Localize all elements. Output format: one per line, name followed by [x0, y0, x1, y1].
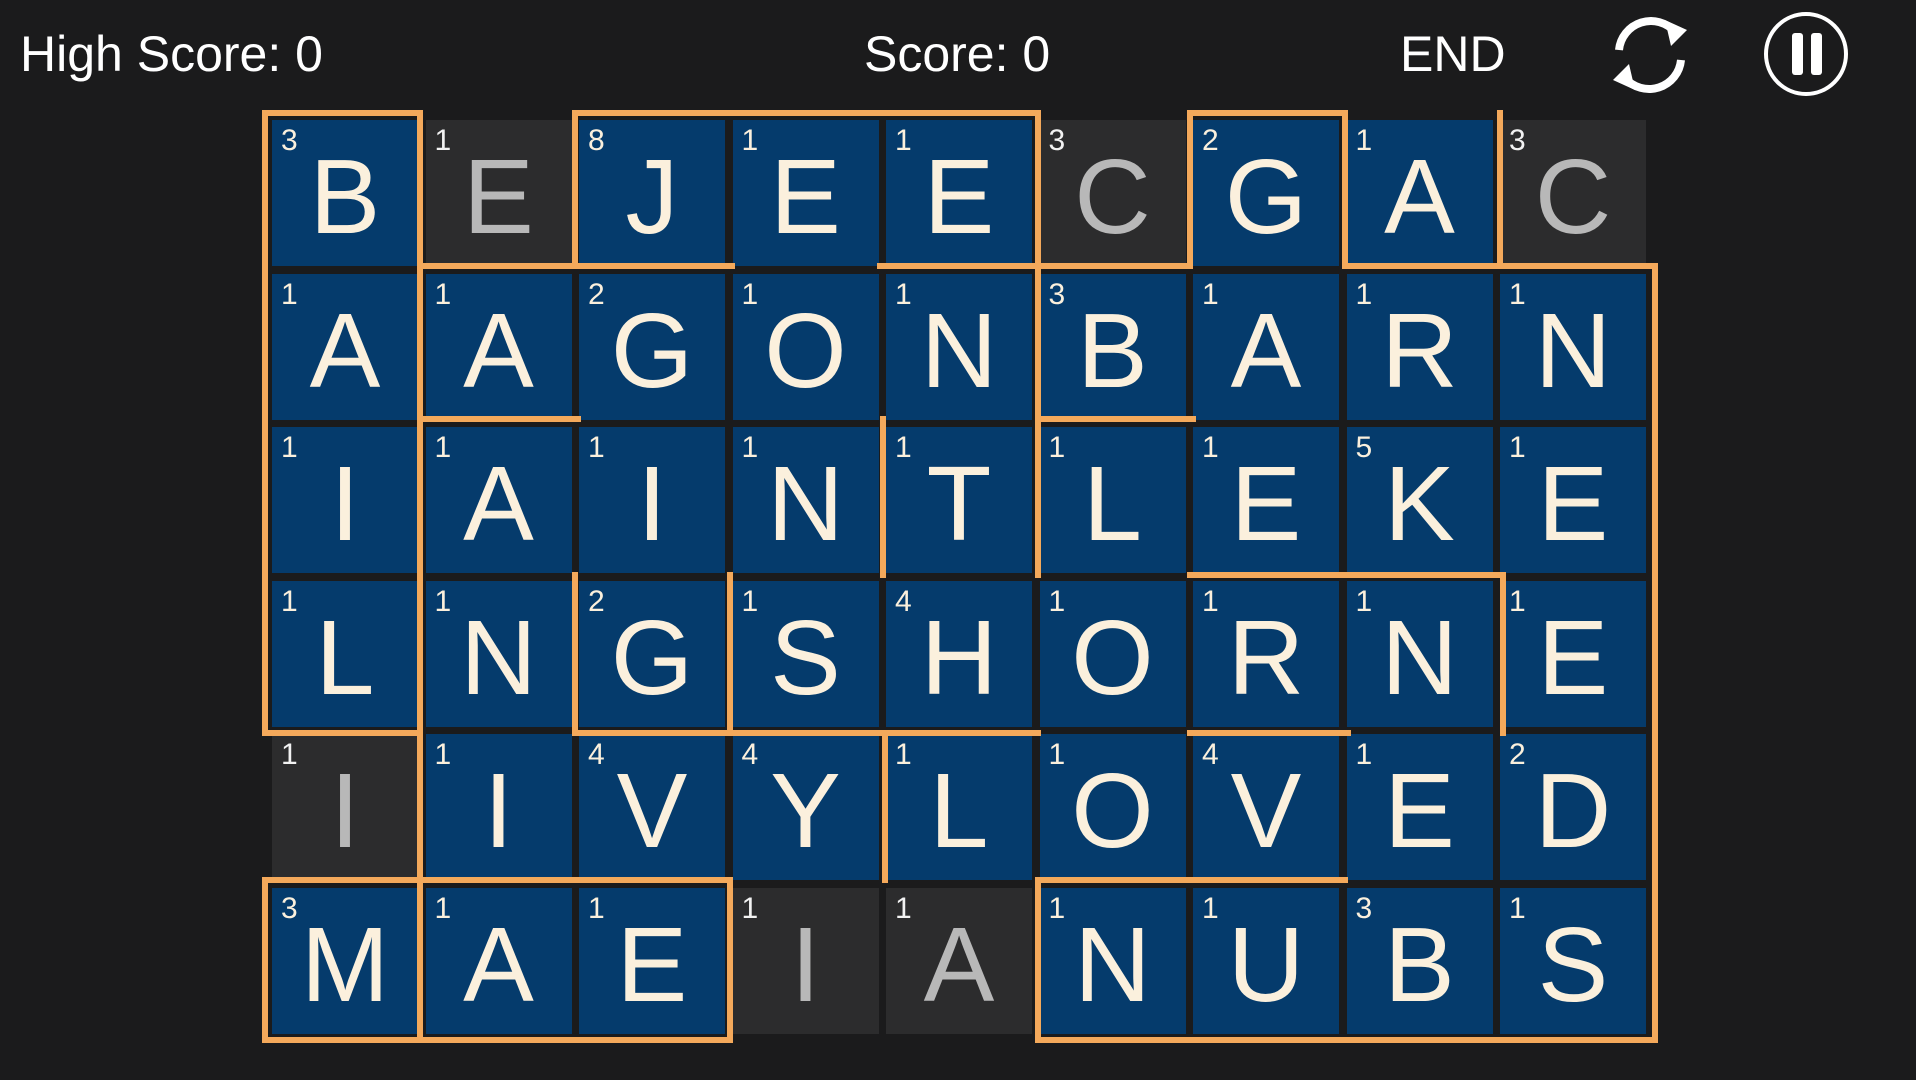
group-walls: [262, 110, 1658, 1043]
game-board: 3B1E8J1E1E3C2G1A3C1A1A2G1O1N3B1A1R1N1I1A…: [0, 0, 1916, 1080]
